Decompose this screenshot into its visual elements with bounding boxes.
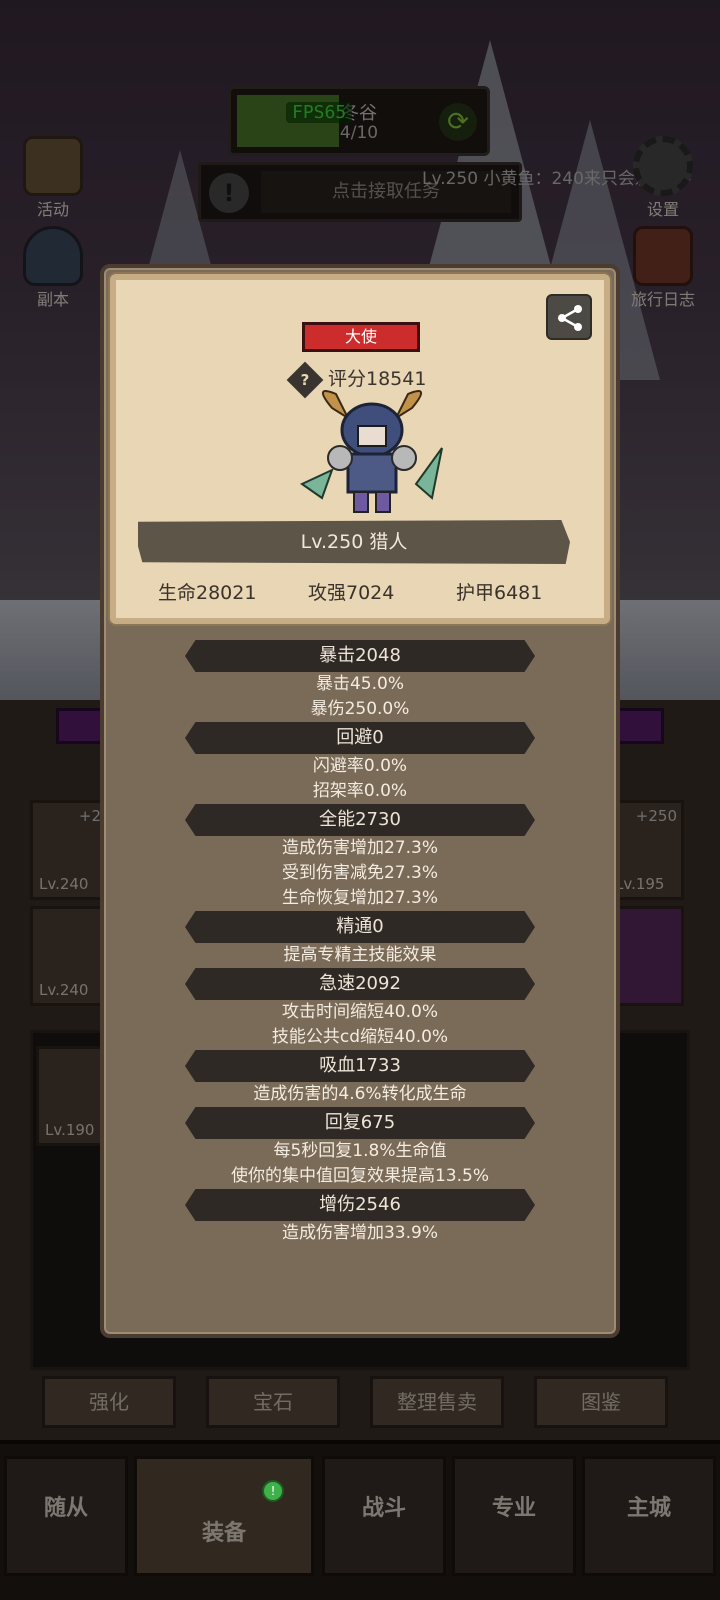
attribute-detail: 生命恢复增加27.3% [281,888,438,908]
attribute-detail: 攻击时间缩短40.0% [281,1002,438,1022]
attribute-block: 吸血1733 造成伤害的4.6%转化成生命 [104,1050,616,1107]
attribute-block: 增伤2546 造成伤害增加33.9% [104,1189,616,1246]
attribute-detail: 暴击45.0% [315,674,404,694]
attribute-detail: 技能公共cd缩短40.0% [271,1027,449,1047]
attribute-detail: 提高专精主技能效果 [283,945,437,965]
attribute-header: 吸血1733 [185,1050,535,1082]
attribute-detail: 闪避率0.0% [312,756,408,776]
attribute-detail: 每5秒回复1.8%生命值 [273,1141,447,1161]
character-detail-popup: 大使 ? 评分18541 Lv.250 猎人 生命28021 攻强7024 护甲… [100,264,620,1338]
attribute-header: 精通0 [185,911,535,943]
attribute-block: 回复675 每5秒回复1.8%生命值使你的集中值回复效果提高13.5% [104,1107,616,1189]
attribute-header: 急速2092 [185,968,535,1000]
primary-stats: 生命28021 攻强7024 护甲6481 [116,578,604,606]
attribute-detail: 造成伤害增加27.3% [281,838,438,858]
notification-dot: ! [262,1480,284,1502]
stat-attack: 攻强7024 [308,582,395,604]
attribute-detail: 造成伤害增加33.9% [281,1223,438,1243]
character-card: 大使 ? 评分18541 Lv.250 猎人 生命28021 攻强7024 护甲… [110,274,610,624]
attribute-header: 暴击2048 [185,640,535,672]
attribute-block: 全能2730 造成伤害增加27.3% 受到伤害减免27.3% 生命恢复增加27.3% [104,804,616,911]
share-button[interactable] [546,294,592,340]
attribute-header: 增伤2546 [185,1189,535,1221]
attribute-detail: 受到伤害减免27.3% [281,863,438,883]
attribute-detail: 使你的集中值回复效果提高13.5% [230,1166,489,1186]
attribute-block: 暴击2048 暴击45.0% 暴伤250.0% [104,640,616,722]
score-value: 评分18541 [328,368,427,390]
attribute-header: 全能2730 [185,804,535,836]
attribute-detail: 造成伤害的4.6%转化成生命 [253,1084,467,1104]
hunter-avatar [300,390,443,513]
attribute-detail: 暴伤250.0% [310,699,410,719]
share-icon [558,305,582,331]
attribute-header: 回避0 [185,722,535,754]
stat-hp: 生命28021 [158,582,257,604]
attribute-header: 回复675 [185,1107,535,1139]
character-name: Lv.250 猎人 [138,520,570,564]
attribute-block: 急速2092 攻击时间缩短40.0% 技能公共cd缩短40.0% [104,968,616,1050]
attribute-block: 回避0 闪避率0.0% 招架率0.0% [104,722,616,804]
attribute-detail: 招架率0.0% [312,781,408,801]
attribute-list: 暴击2048 暴击45.0% 暴伤250.0% 回避0 闪避率0.0% 招架率0.0% 全能… [104,640,616,1246]
title-badge: 大使 [302,322,420,352]
attribute-block: 精通0 提高专精主技能效果 [104,911,616,968]
stat-armor: 护甲6481 [456,582,543,604]
